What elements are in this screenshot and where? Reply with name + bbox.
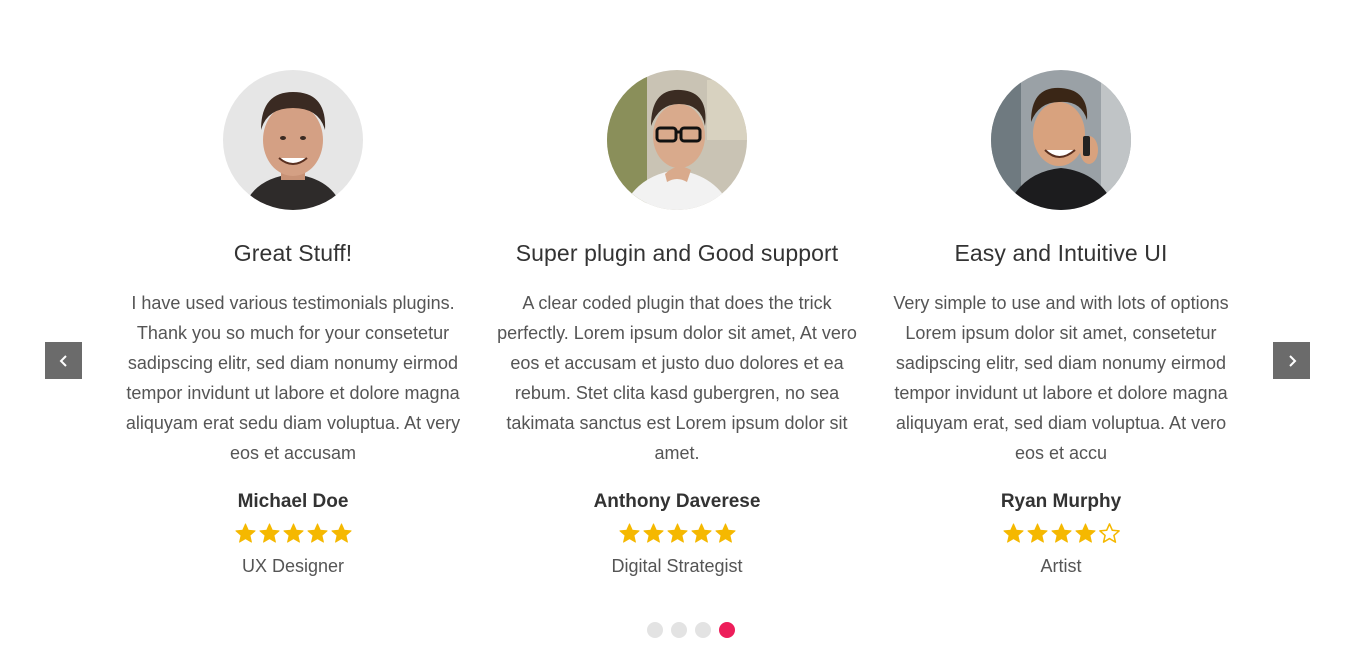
star-filled-icon [1074, 523, 1096, 543]
author-role: Digital Strategist [611, 556, 743, 576]
carousel-next-button[interactable] [1273, 342, 1310, 379]
testimonial-carousel: Great Stuff! I have used various testimo… [0, 0, 1360, 665]
star-filled-icon [258, 523, 280, 543]
avatar [607, 70, 747, 210]
avatar [991, 70, 1131, 210]
star-filled-icon [642, 523, 664, 543]
testimonial-card: Super plugin and Good support A clear co… [492, 70, 862, 578]
star-filled-icon [1050, 523, 1072, 543]
pagination-dot-active[interactable] [719, 622, 735, 638]
star-rating [876, 522, 1246, 548]
testimonial-text: Very simple to use and with lots of opti… [893, 293, 1229, 463]
star-filled-icon [690, 523, 712, 543]
author-name: Anthony Daverese [593, 491, 761, 512]
testimonial-card: Great Stuff! I have used various testimo… [108, 70, 478, 578]
testimonial-title: Super plugin and Good support [515, 240, 839, 266]
carousel-prev-button[interactable] [45, 342, 82, 379]
author-role: Artist [1040, 556, 1082, 576]
star-filled-icon [330, 523, 352, 543]
star-empty-icon [1098, 523, 1120, 543]
star-filled-icon [234, 523, 256, 543]
author-name: Michael Doe [237, 491, 349, 512]
author-role: UX Designer [241, 556, 345, 576]
testimonial-text: A clear coded plugin that does the trick… [497, 293, 857, 463]
pagination-dot[interactable] [695, 622, 711, 638]
star-filled-icon [306, 523, 328, 543]
testimonial-card: Easy and Intuitive UI Very simple to use… [876, 70, 1246, 578]
pagination-dot[interactable] [671, 622, 687, 638]
author-name: Ryan Murphy [1000, 491, 1122, 512]
star-rating [492, 522, 862, 548]
chevron-right-icon [1288, 354, 1296, 367]
star-rating [108, 522, 478, 548]
star-filled-icon [618, 523, 640, 543]
testimonial-title: Easy and Intuitive UI [954, 240, 1168, 266]
avatar [223, 70, 363, 210]
star-filled-icon [1026, 523, 1048, 543]
pagination-dot[interactable] [647, 622, 663, 638]
chevron-left-icon [59, 354, 67, 367]
testimonial-text: I have used various testimonials plugins… [125, 293, 461, 463]
star-filled-icon [1002, 523, 1024, 543]
carousel-pagination [647, 622, 735, 638]
testimonial-title: Great Stuff! [233, 240, 353, 266]
star-filled-icon [666, 523, 688, 543]
star-filled-icon [282, 523, 304, 543]
star-filled-icon [714, 523, 736, 543]
